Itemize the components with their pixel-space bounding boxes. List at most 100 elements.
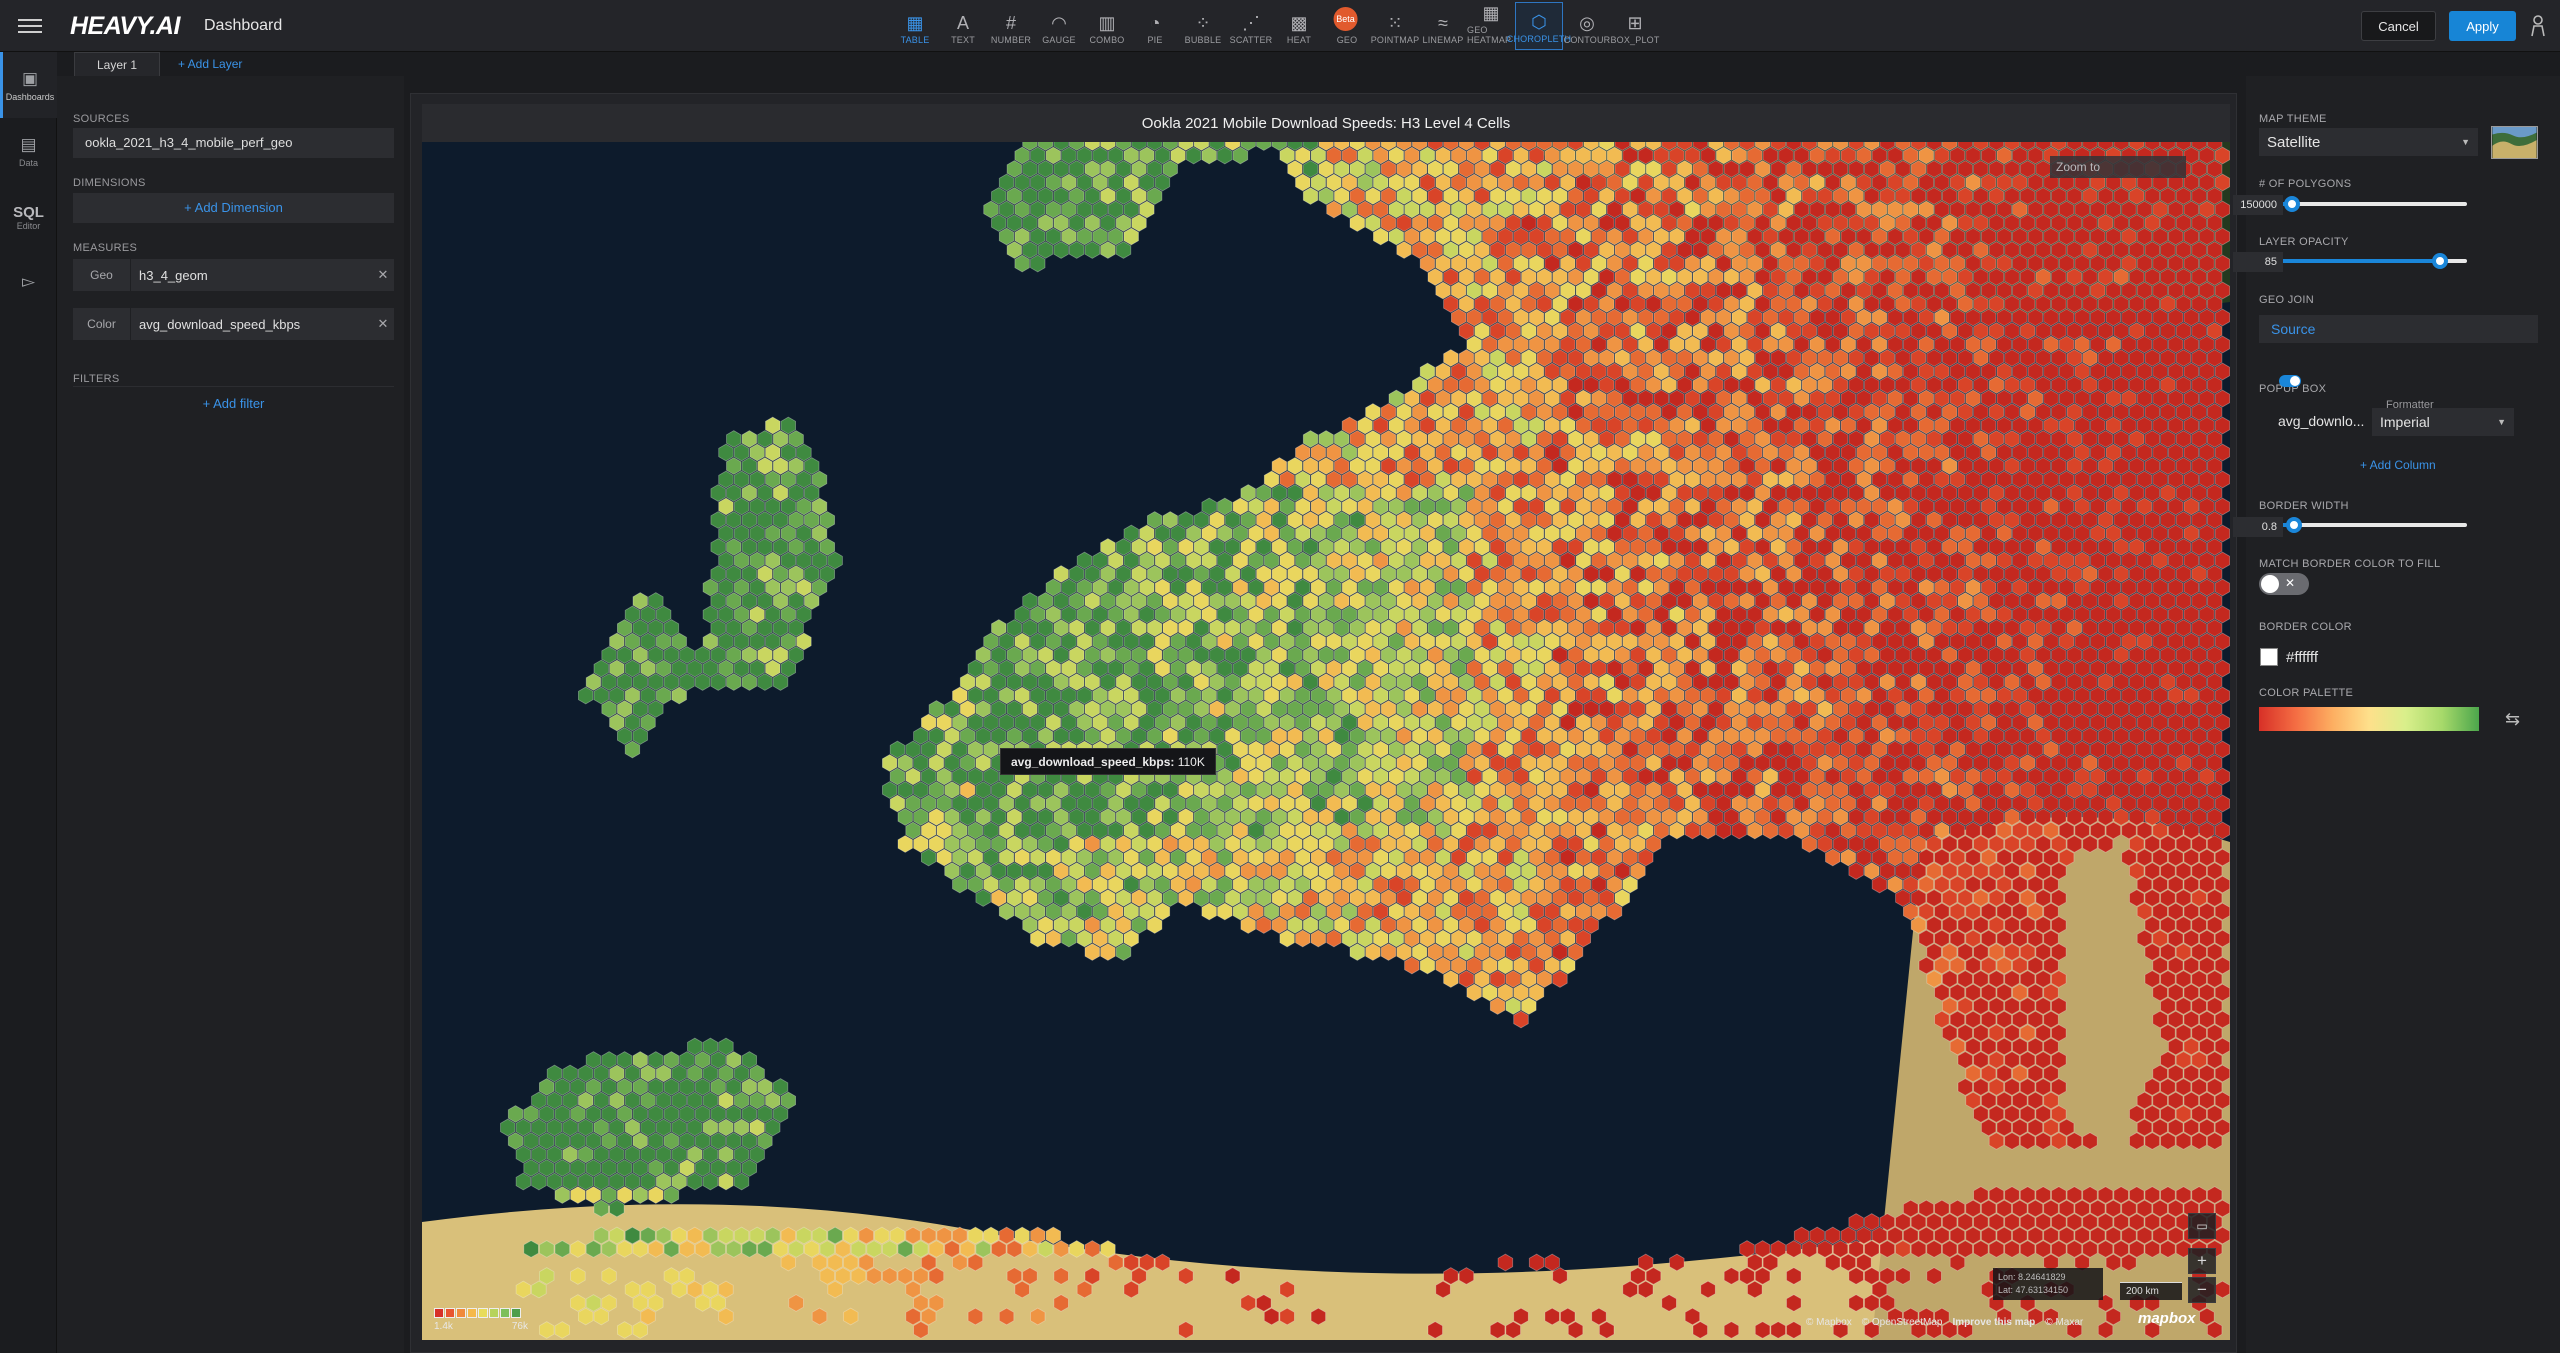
rail-data[interactable]: ▤ Data — [0, 118, 57, 184]
chart-type-number[interactable]: # NUMBER — [987, 2, 1035, 50]
slider-handle[interactable] — [2284, 196, 2301, 212]
add-dimension-button[interactable]: + Add Dimension — [73, 193, 394, 223]
zoom-to-input[interactable]: Zoom to — [2050, 156, 2186, 178]
chart-type-scatter[interactable]: ⋰ SCATTER — [1227, 2, 1275, 50]
border-width-label: BORDER WIDTH — [2259, 500, 2349, 512]
chart-type-choropleth[interactable]: ⬡ CHOROPLETH — [1507, 2, 1571, 50]
polygons-input[interactable]: 150000 — [2233, 195, 2283, 215]
brand-logo: HEAVY.AI — [70, 12, 180, 40]
add-column-link[interactable]: + Add Column — [2360, 458, 2436, 472]
chart-title: Ookla 2021 Mobile Download Speeds: H3 Le… — [422, 104, 2230, 142]
chart-type-label: GAUGE — [1042, 35, 1076, 45]
map-theme-thumbnail[interactable] — [2491, 126, 2538, 159]
contour-icon: ◎ — [1579, 13, 1595, 33]
rail-label: Data — [18, 157, 38, 168]
bubble-icon: ⁘ — [1195, 13, 1211, 33]
user-icon[interactable] — [2528, 14, 2548, 38]
measure-color-label: Color — [73, 308, 131, 340]
chart-type-box-plot[interactable]: ⊞ BOX_PLOT — [1610, 2, 1659, 50]
swap-palette-icon[interactable]: ⇆ — [2505, 709, 2520, 730]
chart-type-label: BUBBLE — [1184, 35, 1222, 45]
zoom-out-icon[interactable]: − — [2188, 1277, 2216, 1303]
attrib-osm[interactable]: © OpenStreetMap — [1862, 1317, 1943, 1328]
coords-lat: Lat: 47.63134150 — [1998, 1285, 2069, 1295]
chart-type-linemap[interactable]: ≈ LINEMAP — [1419, 2, 1467, 50]
map-ruler-icon[interactable]: ▭ — [2188, 1213, 2216, 1239]
border-color-swatch[interactable] — [2260, 648, 2278, 666]
color-legend[interactable]: 1.4k 76k — [434, 1308, 544, 1342]
apply-button[interactable]: Apply — [2449, 11, 2516, 41]
rail-label: Editor — [16, 220, 41, 231]
linemap-icon: ≈ — [1438, 13, 1448, 33]
dashboards-icon: ▣ — [21, 68, 39, 88]
popup-toggle[interactable] — [2279, 375, 2301, 387]
sql-editor-icon: SQL — [13, 203, 44, 221]
chart-type-heat[interactable]: ▩ HEAT — [1275, 2, 1323, 50]
terminal-icon: ▻ — [21, 271, 36, 291]
remove-color-icon[interactable]: ✕ — [372, 308, 394, 340]
choropleth-map[interactable] — [422, 142, 2230, 1340]
add-filter-link[interactable]: + Add filter — [73, 396, 394, 411]
source-selector[interactable]: ookla_2021_h3_4_mobile_perf_geo — [73, 128, 394, 158]
border-color-value[interactable]: #ffffff — [2286, 649, 2318, 666]
color-palette-bar[interactable] — [2259, 707, 2479, 731]
chart-type-gauge[interactable]: ◠ GAUGE — [1035, 2, 1083, 50]
gauge-icon: ◠ — [1051, 13, 1067, 33]
pointmap-icon: ⁙ — [1387, 13, 1403, 33]
slider-handle[interactable] — [2431, 253, 2448, 269]
chart-type-table[interactable]: ▦ TABLE — [891, 2, 939, 50]
measure-geo-value[interactable]: h3_4_geom — [131, 259, 372, 291]
data-icon: ▤ — [20, 134, 37, 154]
popup-column[interactable]: avg_downlo... — [2278, 413, 2364, 429]
chart-type-label: TABLE — [900, 35, 930, 45]
opacity-label: LAYER OPACITY — [2259, 236, 2349, 248]
geojoin-select[interactable]: Source — [2259, 315, 2538, 343]
map-theme-label: MAP THEME — [2259, 113, 2327, 125]
cancel-button[interactable]: Cancel — [2361, 11, 2436, 41]
rail-editor[interactable]: SQL Editor — [0, 184, 57, 250]
formatter-select[interactable]: Imperial ▼ — [2372, 408, 2514, 436]
palette-label: COLOR PALETTE — [2259, 687, 2354, 699]
attrib-improve[interactable]: Improve this map — [1952, 1317, 2035, 1328]
chart-type-contour[interactable]: ◎ CONTOUR — [1563, 2, 1611, 50]
attrib-mapbox[interactable]: © Mapbox — [1806, 1317, 1852, 1328]
hex-map-canvas[interactable] — [422, 142, 2230, 1340]
layer-tab[interactable]: Layer 1 — [74, 52, 160, 76]
coords-lon: Lon: 8.24641829 — [1998, 1272, 2066, 1282]
chart-type-label: HEAT — [1286, 35, 1312, 45]
chart-type-bubble[interactable]: ⁘ BUBBLE — [1179, 2, 1227, 50]
table-icon: ▦ — [906, 13, 924, 33]
opacity-slider[interactable] — [2259, 252, 2467, 270]
polygons-slider[interactable] — [2259, 195, 2467, 213]
remove-geo-icon[interactable]: ✕ — [372, 259, 394, 291]
measure-geo[interactable]: Geo h3_4_geom ✕ — [73, 259, 394, 291]
border-width-slider[interactable] — [2259, 516, 2467, 534]
map-attribution: © Mapbox © OpenStreetMap Improve this ma… — [1806, 1313, 2083, 1331]
zoom-in-icon[interactable]: + — [2188, 1248, 2216, 1274]
rail-console[interactable]: ▻ — [0, 250, 57, 316]
match-border-toggle[interactable]: ✕ — [2259, 573, 2309, 595]
border-width-input[interactable]: 0.8 — [2233, 517, 2283, 537]
slider-handle[interactable] — [2286, 517, 2303, 533]
layer-bar: Layer 1 + Add Layer — [57, 52, 2560, 76]
pie-icon: ◔ — [1149, 13, 1161, 33]
chart-type-pie[interactable]: ◔ PIE — [1131, 2, 1179, 50]
chart-type-text[interactable]: A TEXT — [939, 2, 987, 50]
measure-geo-label: Geo — [73, 259, 131, 291]
add-layer-link[interactable]: + Add Layer — [178, 57, 242, 71]
hamburger-menu-icon[interactable] — [18, 15, 42, 37]
opacity-input[interactable]: 85 — [2233, 252, 2283, 272]
tooltip-key: avg_download_speed_kbps: — [1011, 755, 1175, 769]
legend-swatch — [445, 1308, 455, 1318]
chart-type-geo[interactable]: ◍GEOBeta — [1323, 2, 1371, 50]
attrib-maxar[interactable]: © Maxar — [2045, 1317, 2083, 1328]
chart-type-combo[interactable]: ▥ COMBO — [1083, 2, 1131, 50]
measure-color[interactable]: Color avg_download_speed_kbps ✕ — [73, 308, 394, 340]
formatter-value: Imperial — [2380, 414, 2430, 430]
rail-dashboards[interactable]: ▣ Dashboards — [0, 52, 57, 118]
chart-type-pointmap[interactable]: ⁙ POINTMAP — [1371, 2, 1419, 50]
geojoin-label: GEO JOIN — [2259, 294, 2314, 306]
measure-color-value[interactable]: avg_download_speed_kbps — [131, 308, 372, 340]
map-theme-select[interactable]: Satellite ▼ — [2259, 128, 2478, 156]
page-title: Dashboard — [204, 17, 283, 34]
